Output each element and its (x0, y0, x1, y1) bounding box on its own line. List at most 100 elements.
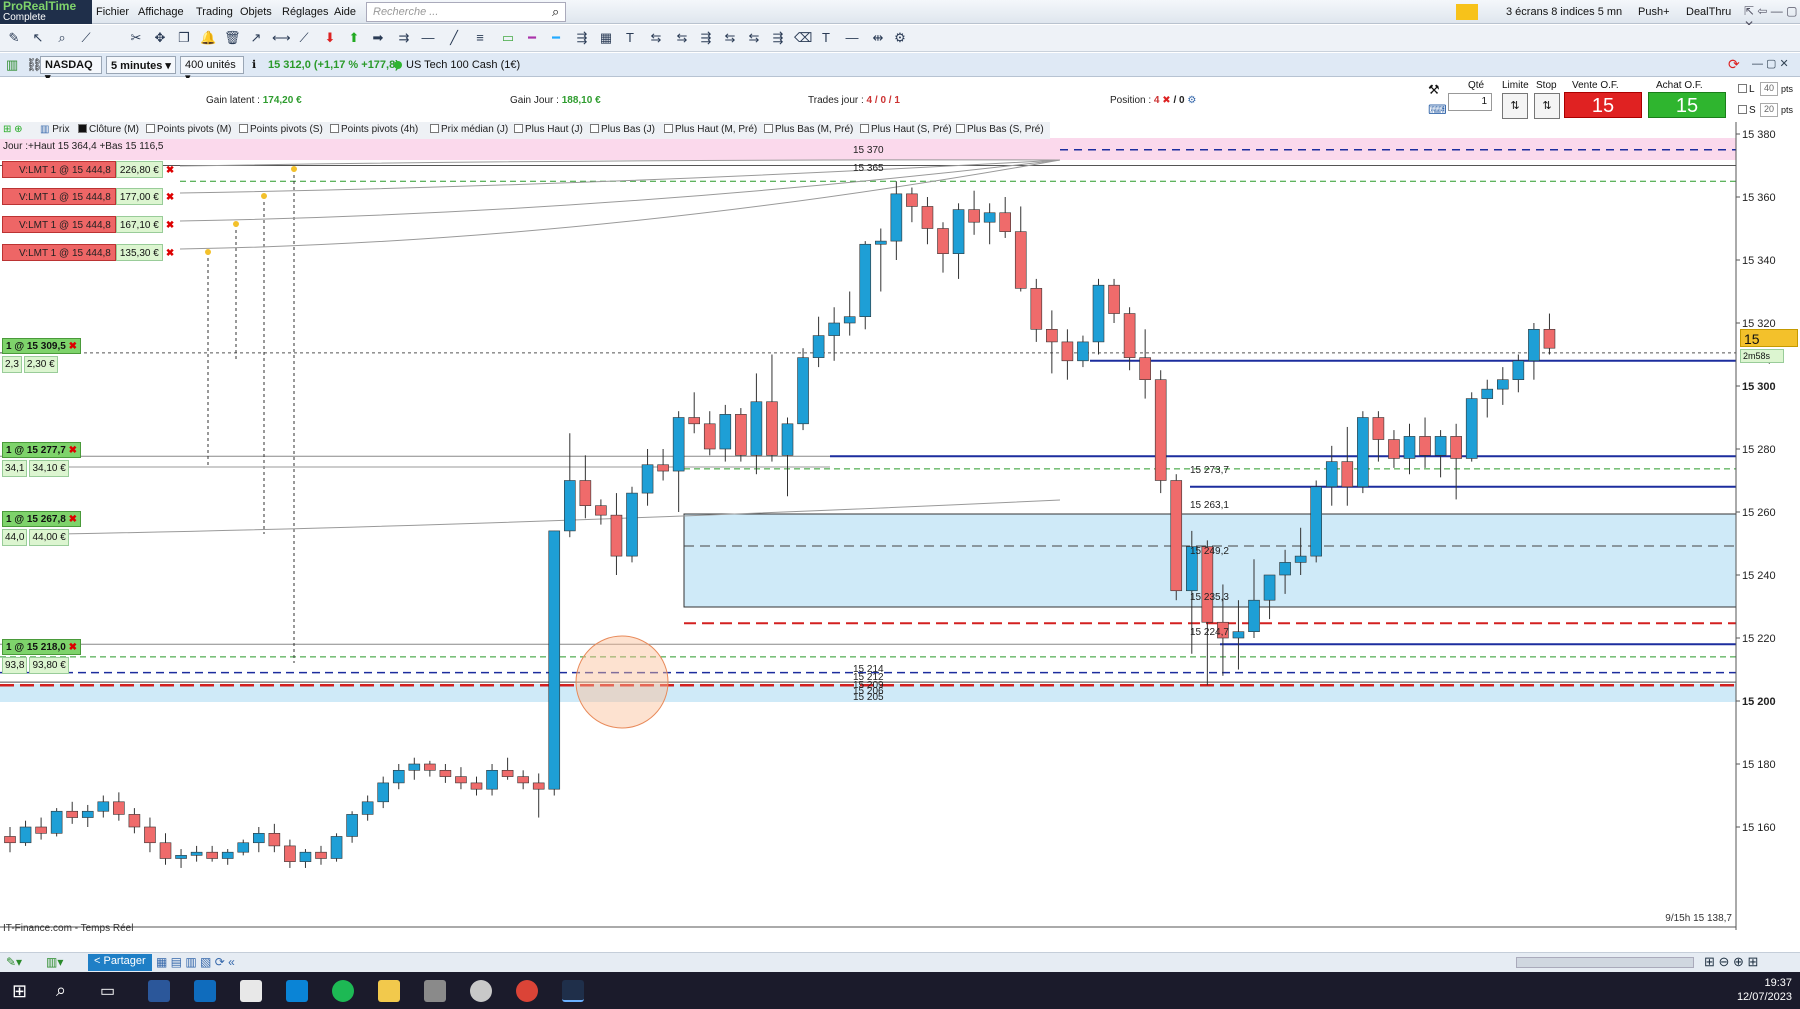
up-arrow-icon[interactable]: ⬆ (346, 30, 362, 46)
units-select[interactable]: 400 unités ▾ (180, 56, 244, 84)
fib-icon[interactable]: ≡ (472, 30, 488, 46)
search-icon[interactable]: ⌕ (552, 4, 559, 20)
rect-icon[interactable]: ▭ (500, 30, 516, 46)
line-icon[interactable]: ⟋ (296, 30, 312, 46)
chrome-icon[interactable] (516, 980, 538, 1002)
alert-icon[interactable] (1456, 4, 1478, 20)
search-taskbar-icon[interactable]: ⌕ (56, 980, 66, 1001)
legend-haut-j[interactable]: Plus Haut (J) (514, 124, 583, 135)
share-button[interactable]: < Partager (88, 954, 152, 971)
menu-aide[interactable]: Aide (334, 6, 356, 18)
short-pts-input[interactable]: 20 (1760, 103, 1778, 117)
legend-bas-m[interactable]: Plus Bas (M, Pré) (764, 124, 853, 135)
cancel-order-icon[interactable]: ✖ (163, 162, 177, 179)
position-tag-3[interactable]: 1 @ 15 218,0 ✖ (2, 639, 81, 655)
dealthru-status[interactable]: DealThru (1686, 6, 1731, 18)
limit-button[interactable]: ⇅ (1502, 93, 1528, 119)
diagonal-icon[interactable]: ╱ (446, 30, 462, 46)
legend-haut-s[interactable]: Plus Haut (S, Pré) (860, 124, 952, 135)
push-status[interactable]: Push+ (1638, 6, 1670, 18)
legend-pivots-s[interactable]: Points pivots (S) (239, 124, 323, 135)
down-arrow-icon[interactable]: ⬇ (322, 30, 338, 46)
sell-limit-order-0[interactable]: V:LMT 1 @ 15 444,8 226,80 € ✖ (2, 161, 177, 178)
menu-fichier[interactable]: Fichier (96, 6, 129, 18)
keyboard-icon[interactable]: ⌨ (1428, 102, 1447, 118)
prorealtime-taskbar-icon[interactable] (562, 980, 584, 1002)
outlook-icon[interactable] (194, 980, 216, 1002)
short-checkbox[interactable]: S (1738, 105, 1756, 116)
files-icon[interactable] (240, 980, 262, 1002)
chart-window-controls-icon[interactable]: — ▢ ✕ (1752, 57, 1789, 70)
close-position-icon[interactable]: ✖ (69, 642, 77, 653)
text-icon[interactable]: T (622, 30, 638, 46)
legend-pivots-m[interactable]: Points pivots (M) (146, 124, 231, 135)
move-icon[interactable]: ✥ (152, 30, 168, 46)
legend-bas-j[interactable]: Plus Bas (J) (590, 124, 655, 135)
close-position-icon[interactable]: ✖ (69, 445, 77, 456)
range3-icon[interactable]: ⇶ (698, 30, 714, 46)
long-pts-input[interactable]: 40 (1760, 82, 1778, 96)
tools-icon[interactable]: ✂ (128, 30, 144, 46)
wrench-icon[interactable]: ⚒ (1428, 82, 1440, 98)
stop-button[interactable]: ⇅ (1534, 93, 1560, 119)
grid-icon[interactable]: ▦ (598, 30, 614, 46)
pencil-icon[interactable]: ✎ (6, 30, 22, 46)
hline-blue-icon[interactable]: ━ (548, 30, 564, 46)
legend-prix[interactable]: ▥ Prix (40, 124, 69, 135)
price-chart[interactable]: 15 370 15 365 15 273,7 15 263,1 15 249,2 15 2… (0, 122, 1800, 937)
zoom-icon[interactable]: ⌕ (54, 30, 70, 46)
word-icon[interactable] (148, 980, 170, 1002)
dash-icon[interactable]: — (844, 30, 860, 46)
sell-limit-order-3[interactable]: V:LMT 1 @ 15 444,8 135,30 € ✖ (2, 244, 177, 261)
market-select[interactable]: NASDAQ ▾ (40, 56, 102, 84)
segment-icon[interactable]: ⟷ (272, 30, 291, 46)
cancel-order-icon[interactable]: ✖ (163, 245, 177, 262)
cancel-order-icon[interactable]: ✖ (163, 189, 177, 206)
qty-input[interactable]: 1 (1448, 93, 1492, 111)
add-chart-icon[interactable]: ▥▾ (46, 955, 63, 969)
task-view-icon[interactable]: ▭ (100, 981, 115, 1001)
copy-icon[interactable]: ❐ (176, 30, 192, 46)
close-position-icon[interactable]: ✖ (69, 514, 77, 525)
timeframe-select[interactable]: 5 minutes ▾ (106, 56, 176, 74)
eraser-icon[interactable]: ⌫ (794, 30, 812, 46)
cursor-icon[interactable]: ↖ (30, 30, 46, 46)
zoom-controls-icon[interactable]: ⊞ ⊖ ⊕ ⊞ (1704, 954, 1758, 970)
menu-affichage[interactable]: Affichage (138, 6, 184, 18)
horizontal-scrollbar[interactable] (1516, 957, 1694, 968)
system-clock[interactable]: 19:37 12/07/2023 (1737, 976, 1792, 1004)
sell-button[interactable]: 15 311,8 (1564, 92, 1642, 143)
spotify-icon[interactable] (332, 980, 354, 1002)
position-settings-icon[interactable]: ⚙ (1187, 95, 1196, 106)
range6-icon[interactable]: ⇶ (770, 30, 786, 46)
refresh-icon[interactable]: ⟳ (1728, 56, 1740, 73)
calculator-icon[interactable] (424, 980, 446, 1002)
search-input[interactable]: Recherche ... (366, 2, 566, 22)
buy-button[interactable]: 15 312,8 (1648, 92, 1726, 143)
range2-icon[interactable]: ⇆ (674, 30, 690, 46)
position-tag-1[interactable]: 1 @ 15 277,7 ✖ (2, 442, 81, 458)
legend-add-icon[interactable]: ⊞ ⊕ (3, 124, 23, 135)
store-icon[interactable] (286, 980, 308, 1002)
measure-icon[interactable]: ⇹ (870, 30, 886, 46)
text2-icon[interactable]: T (818, 30, 834, 46)
utility-icon[interactable] (470, 980, 492, 1002)
hline-color-icon[interactable]: ━ (524, 30, 540, 46)
close-position-icon[interactable]: ✖ (1162, 95, 1170, 106)
legend-haut-m[interactable]: Plus Haut (M, Pré) (664, 124, 757, 135)
draw-mode-icon[interactable]: ✎▾ (6, 955, 22, 969)
close-position-icon[interactable]: ✖ (69, 341, 77, 352)
legend-cloture[interactable]: Clôture (M) (78, 124, 139, 135)
explorer-icon[interactable] (378, 980, 400, 1002)
sell-limit-order-1[interactable]: V:LMT 1 @ 15 444,8 177,00 € ✖ (2, 188, 177, 205)
range5-icon[interactable]: ⇆ (746, 30, 762, 46)
legend-median[interactable]: Prix médian (J) (430, 124, 508, 135)
bell-icon[interactable]: 🔔 (200, 30, 216, 46)
arrow-icon[interactable]: ↗ (248, 30, 264, 46)
hline-icon[interactable]: — (420, 30, 436, 46)
sell-limit-order-2[interactable]: V:LMT 1 @ 15 444,8 167,10 € ✖ (2, 216, 177, 233)
chart-type-icon[interactable]: ▥ (6, 57, 18, 73)
cancel-order-icon[interactable]: ✖ (163, 217, 177, 234)
channel-icon[interactable]: ⇉ (396, 30, 412, 46)
right-arrow-icon[interactable]: ➡ (370, 30, 386, 46)
